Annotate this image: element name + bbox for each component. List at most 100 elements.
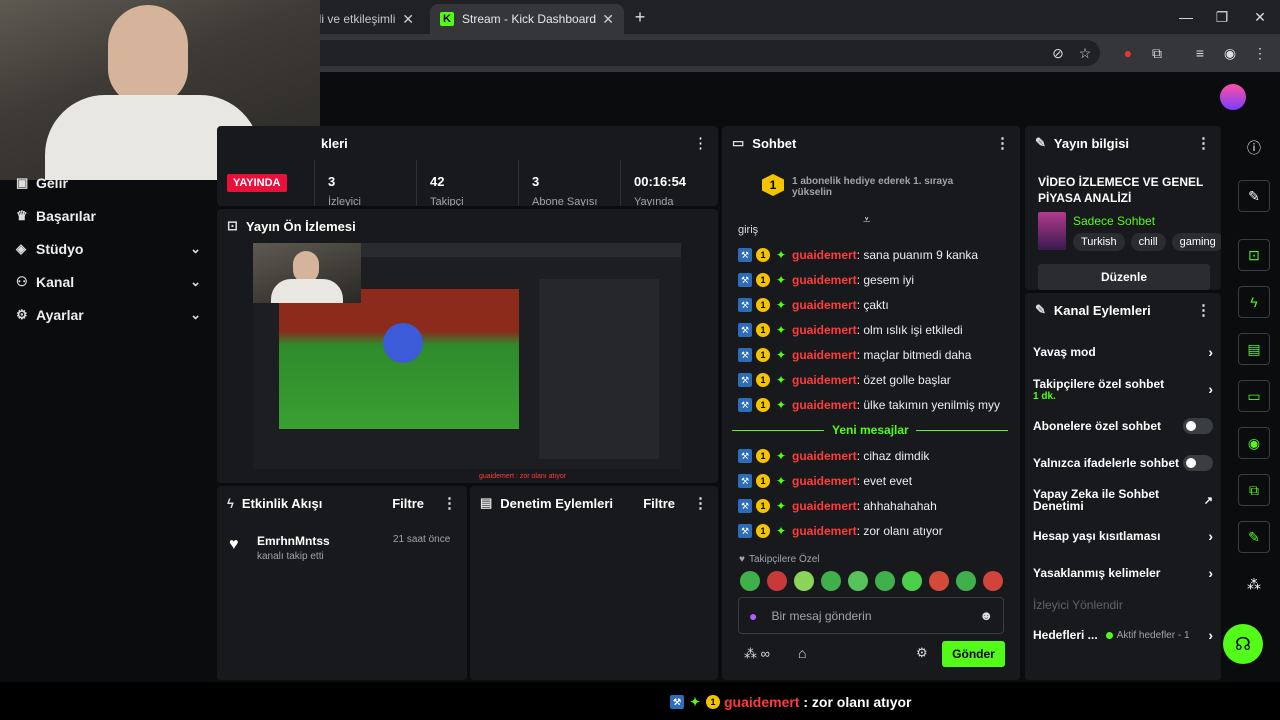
chat-icon[interactable]: ▭ bbox=[1238, 380, 1270, 412]
emote-icon[interactable] bbox=[929, 571, 949, 591]
close-icon[interactable]: ✕ bbox=[602, 11, 614, 28]
sidebar-item-studyo[interactable]: ◈ Stüdyo ⌄ bbox=[16, 237, 201, 261]
minimize-button[interactable]: — bbox=[1176, 7, 1196, 27]
maximize-button[interactable]: ❐ bbox=[1212, 7, 1232, 27]
emote-row bbox=[740, 571, 1010, 591]
emotes-only-toggle[interactable]: Yalnızca ifadelerle sohbet bbox=[1033, 454, 1213, 472]
chat-username[interactable]: guaidemert bbox=[792, 398, 857, 412]
support-icon[interactable]: ☊ bbox=[1223, 624, 1263, 664]
menu-icon[interactable]: ⋮ bbox=[1250, 43, 1270, 63]
stat-uptime: 00:16:54 bbox=[634, 174, 687, 189]
followers-chat-action[interactable]: Takipçilere özel sohbet 1 dk. › bbox=[1033, 375, 1213, 403]
pinned-message: 1 abonelik hediye ederek 1. sıraya yükse… bbox=[792, 176, 954, 198]
toggle-switch[interactable] bbox=[1183, 455, 1213, 471]
more-icon[interactable]: ⋮ bbox=[693, 494, 708, 512]
microphone-icon[interactable]: ● bbox=[749, 608, 757, 624]
bolt-icon[interactable]: ϟ bbox=[1238, 286, 1270, 318]
address-bar[interactable] bbox=[300, 40, 1100, 66]
chat-username[interactable]: guaidemert bbox=[792, 524, 857, 538]
emote-icon[interactable] bbox=[902, 571, 922, 591]
emote-icon[interactable] bbox=[956, 571, 976, 591]
more-icon[interactable]: ⋮ bbox=[1196, 134, 1211, 152]
close-icon[interactable]: ✕ bbox=[402, 11, 414, 28]
emote-icon[interactable] bbox=[821, 571, 841, 591]
chat-username[interactable]: guaidemert bbox=[792, 323, 857, 337]
info-icon[interactable]: ⓘ bbox=[1238, 132, 1270, 164]
wrench-icon[interactable]: ✎ bbox=[1238, 521, 1270, 553]
emote-icon[interactable] bbox=[794, 571, 814, 591]
eye-off-icon[interactable]: ⊘ bbox=[1048, 43, 1068, 63]
close-window-button[interactable]: ✕ bbox=[1250, 7, 1270, 27]
account-age-action[interactable]: Hesap yaşı kısıtlaması › bbox=[1033, 527, 1213, 545]
collapse-icon[interactable]: ⩡ bbox=[863, 212, 870, 228]
goals-action[interactable]: Hedefleri ... Aktif hedefler - 1 › bbox=[1033, 626, 1213, 644]
preview-video[interactable] bbox=[253, 243, 681, 469]
star-icon[interactable]: ☆ bbox=[1075, 43, 1095, 63]
document-icon[interactable]: ▤ bbox=[1238, 333, 1270, 365]
chat-input[interactable]: ● Bir mesaj gönderin ☻ bbox=[738, 597, 1004, 634]
chat-message: ⚒ 1 ✦ guaidemert: gesem iyi bbox=[738, 269, 914, 291]
stream-info-panel: ✎ Yayın bilgisi ⋮ VİDEO İZLEMECE VE GENE… bbox=[1025, 126, 1221, 290]
subscribers-chat-toggle[interactable]: Abonelere özel sohbet bbox=[1033, 417, 1213, 435]
sidebar-item-basarilar[interactable]: ♛ Başarılar bbox=[16, 204, 201, 228]
layout-icon[interactable]: ⧉ bbox=[1238, 474, 1270, 506]
puzzle-icon[interactable]: ⧉ bbox=[1147, 43, 1167, 63]
shop-icon[interactable]: ⌂ bbox=[798, 645, 806, 661]
ai-moderation-action[interactable]: Yapay Zeka ile Sohbet Denetimi ↗ bbox=[1033, 487, 1213, 513]
sidebar-item-ayarlar[interactable]: ⚙ Ayarlar ⌄ bbox=[16, 303, 201, 327]
emote-icon[interactable] bbox=[767, 571, 787, 591]
more-icon[interactable]: ⋮ bbox=[442, 494, 457, 512]
new-tab-button[interactable]: + bbox=[630, 7, 650, 27]
edit-pencil-icon[interactable]: ✎ bbox=[1238, 180, 1270, 212]
divider bbox=[314, 160, 315, 206]
emote-icon[interactable] bbox=[875, 571, 895, 591]
send-button[interactable]: Gönder bbox=[942, 641, 1005, 667]
sidebar-item-gelir[interactable]: ▣ Gelir bbox=[16, 171, 201, 195]
chat-username[interactable]: guaidemert bbox=[792, 248, 857, 262]
moderation-panel: ▤ Denetim Eylemleri Filtre ⋮ bbox=[470, 486, 718, 680]
emote-icon[interactable] bbox=[848, 571, 868, 591]
more-icon[interactable]: ⋮ bbox=[1196, 301, 1211, 319]
browser-tab-kick-dashboard[interactable]: K Stream - Kick Dashboard ✕ bbox=[430, 4, 624, 34]
chat-username[interactable]: guaidemert bbox=[792, 298, 857, 312]
subscriber-badge-icon: 1 bbox=[756, 499, 770, 513]
emote-icon[interactable] bbox=[983, 571, 1003, 591]
chat-username[interactable]: guaidemert bbox=[792, 449, 857, 463]
banned-words-action[interactable]: Yasaklanmış kelimeler › bbox=[1033, 564, 1213, 582]
kick-points-icon[interactable]: ⁂ ∞ bbox=[744, 646, 770, 662]
filter-button[interactable]: Filtre bbox=[643, 496, 675, 511]
category-link[interactable]: Sadece Sohbet bbox=[1073, 214, 1155, 228]
divider-line bbox=[732, 430, 824, 431]
subscriber-badge-icon: 1 bbox=[756, 449, 770, 463]
sidebar-item-kanal[interactable]: ⚇ Kanal ⌄ bbox=[16, 270, 201, 294]
profile-avatar[interactable]: ◉ bbox=[1220, 43, 1240, 63]
chat-username[interactable]: guaidemert bbox=[792, 474, 857, 488]
broadcast-icon[interactable]: ◉ bbox=[1238, 427, 1270, 459]
chat-username[interactable]: guaidemert bbox=[792, 348, 857, 362]
toggle-switch[interactable] bbox=[1183, 418, 1213, 434]
user-avatar[interactable] bbox=[1220, 84, 1246, 110]
apps-icon[interactable]: ⁂ bbox=[1238, 568, 1270, 600]
emoji-icon[interactable]: ☻ bbox=[979, 608, 993, 623]
extension-record-icon[interactable]: ● bbox=[1118, 43, 1138, 63]
wrench-icon: ✎ bbox=[1035, 302, 1046, 317]
sparkle-badge-icon: ✦ bbox=[689, 695, 701, 709]
chat-username[interactable]: guaidemert bbox=[792, 499, 857, 513]
settings-icon[interactable]: ⚙ bbox=[916, 645, 928, 661]
goalkeeper bbox=[383, 323, 423, 363]
emote-icon[interactable] bbox=[740, 571, 760, 591]
media-icon[interactable]: ≡ bbox=[1190, 43, 1210, 63]
sparkle-badge-icon: ✦ bbox=[775, 499, 787, 513]
moderator-badge-icon: ⚒ bbox=[738, 348, 752, 362]
panel-title: Yayın bilgisi bbox=[1053, 135, 1130, 151]
more-icon[interactable]: ⋮ bbox=[995, 134, 1010, 152]
filter-button[interactable]: Filtre bbox=[392, 496, 424, 511]
slow-mode-action[interactable]: Yavaş mod › bbox=[1033, 343, 1213, 361]
sparkle-badge-icon: ✦ bbox=[775, 373, 787, 387]
chat-username[interactable]: guaidemert bbox=[792, 273, 857, 287]
panel-header: ϟ Etkinlik Akışı Filtre ⋮ bbox=[217, 486, 467, 520]
edit-button[interactable]: Düzenle bbox=[1038, 264, 1210, 290]
preview-icon[interactable]: ⊡ bbox=[1238, 239, 1270, 271]
chat-username[interactable]: guaidemert bbox=[792, 373, 857, 387]
more-icon[interactable]: ⋮ bbox=[693, 134, 708, 152]
